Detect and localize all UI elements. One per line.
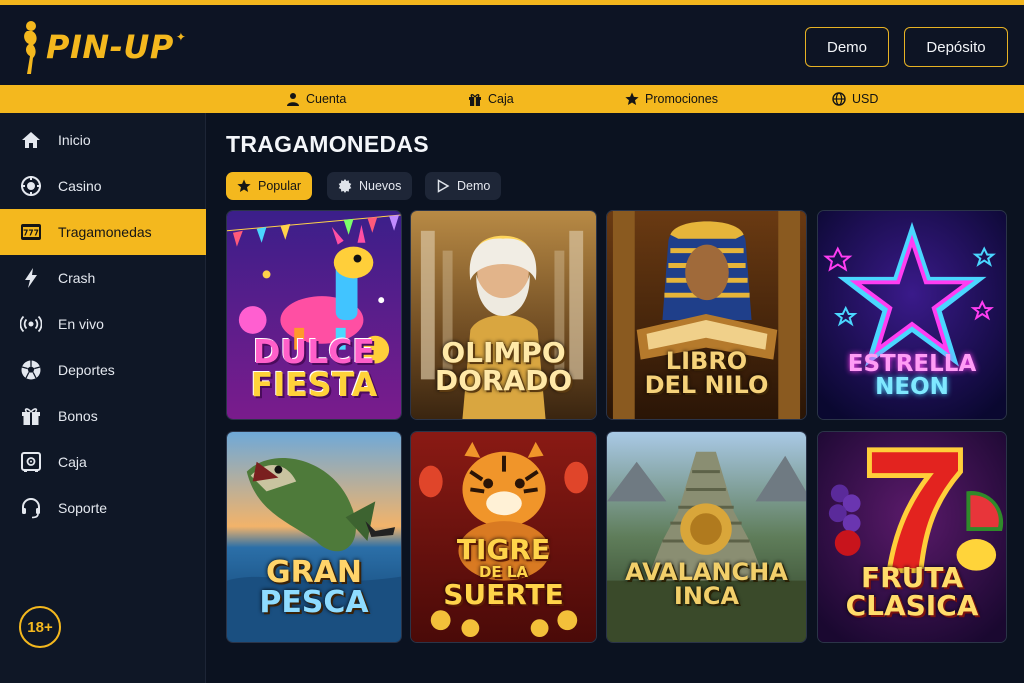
sidebar-item-label: En vivo [58,316,104,332]
game-card-fruta-clasica[interactable]: FRUTA CLASICA [817,431,1007,643]
soccer-ball-icon [21,360,41,380]
filter-nuevos[interactable]: Nuevos [327,172,413,200]
live-broadcast-icon [20,315,42,333]
game-title: LIBRO DEL NILO [607,349,806,397]
filter-label: Nuevos [359,179,402,193]
sparkle-icon: ✦ [175,30,186,44]
game-title-line: CLASICA [845,589,979,622]
game-title-line: FIESTA [250,365,378,404]
game-title-line: OLIMPO [441,336,566,369]
sidebar-item-bonos[interactable]: Bonos [0,393,206,439]
game-title-line: DULCE [253,332,375,371]
game-card-tigre-de-la-suerte[interactable]: TIGRE DE LA SUERTE [410,431,597,643]
game-title-line: PESCA [259,585,369,620]
nav-item-label: Promociones [645,92,718,106]
game-title-line: ESTRELLA [847,351,977,377]
filter-label: Demo [457,179,491,193]
svg-text:777: 777 [23,229,39,238]
page-title: TRAGAMONEDAS [226,131,429,157]
nav-item-label: Cuenta [306,92,347,106]
star-icon [625,92,639,105]
nav-item-cuenta[interactable]: Cuenta [286,85,346,113]
game-title-line: LIBRO [665,347,748,375]
sidebar-item-caja[interactable]: Caja [0,439,206,485]
header: PIN-UP ✦ Demo Depósito [0,5,1024,85]
game-title-line: DEL NILO [644,371,769,399]
game-title: OLIMPO DORADO [411,339,596,395]
game-card-dulce-fiesta[interactable]: DULCE FIESTA [226,210,402,420]
sidebar-item-label: Inicio [58,132,91,148]
gear-badge-icon [338,179,352,193]
deposit-button[interactable]: Depósito [904,27,1008,67]
game-card-gran-pesca[interactable]: GRAN PESCA [226,431,402,643]
pinup-girl-logo-icon [24,21,37,74]
slot-777-icon: 777 [21,224,41,240]
game-title-line: AVALANCHA [625,558,788,586]
game-title-line: NEON [875,374,949,400]
nav-item-label: Caja [488,92,514,106]
filter-label: Popular [258,179,302,193]
game-title: ESTRELLA NEON [818,353,1006,399]
filter-popular[interactable]: Popular [226,172,313,200]
age-restriction-badge: 18+ [19,606,61,648]
sidebar: Inicio Casino 777 Tragamonedas Crash En … [0,113,206,683]
star-icon [237,179,251,192]
sidebar-item-inicio[interactable]: Inicio [0,117,206,163]
game-card-avalancha-inca[interactable]: AVALANCHA INCA [606,431,807,643]
game-title: FRUTA CLASICA [818,564,1006,620]
sidebar-item-label: Crash [58,270,96,286]
nav-item-promociones[interactable]: Promociones [625,85,718,113]
demo-button[interactable]: Demo [805,27,889,67]
game-title: DULCE FIESTA [227,335,401,401]
game-title: GRAN PESCA [227,558,401,618]
casino-chip-icon [21,176,41,196]
filter-demo[interactable]: Demo [425,172,502,200]
sidebar-item-label: Deportes [58,362,115,378]
home-icon [22,132,40,148]
sidebar-item-en-vivo[interactable]: En vivo [0,301,206,347]
logo-text: PIN-UP [46,28,174,66]
inca-temple-artwork [607,432,806,642]
game-title: TIGRE DE LA SUERTE [411,536,596,609]
sidebar-item-tragamonedas[interactable]: 777 Tragamonedas [0,209,206,255]
logo[interactable]: PIN-UP ✦ [18,17,186,77]
game-title-line: SUERTE [443,577,564,611]
top-nav-bar: Cuenta Caja Promociones USD [0,85,1024,113]
sidebar-item-crash[interactable]: Crash [0,255,206,301]
nav-item-label: USD [852,92,879,106]
game-title-line: INCA [673,582,740,610]
sidebar-item-label: Casino [58,178,102,194]
sidebar-item-soporte[interactable]: Soporte [0,485,206,531]
play-icon [437,179,450,193]
game-title-line: FRUTA [860,561,964,594]
nav-item-currency[interactable]: USD [832,85,878,113]
user-icon [287,93,299,106]
headset-icon [22,498,40,519]
sidebar-item-deportes[interactable]: Deportes [0,347,206,393]
game-card-estrella-neon[interactable]: ESTRELLA NEON [817,210,1007,420]
game-title-line: GRAN [265,555,363,590]
game-card-olimpo-dorado[interactable]: OLIMPO DORADO [410,210,597,420]
gift-icon [469,94,481,106]
nav-item-caja[interactable]: Caja [468,85,514,113]
sidebar-item-label: Tragamonedas [58,224,152,240]
sidebar-item-label: Bonos [58,408,98,424]
safe-icon [21,452,41,472]
sidebar-item-label: Soporte [58,500,108,516]
game-title-line: DORADO [434,364,573,397]
globe-icon [832,92,846,106]
game-card-libro-del-nilo[interactable]: LIBRO DEL NILO [606,210,807,420]
gift-icon [22,408,40,425]
sidebar-item-label: Caja [58,454,87,470]
game-title-line: TIGRE [456,533,551,566]
lightning-icon [25,268,37,288]
game-title: AVALANCHA INCA [607,560,806,608]
sidebar-item-casino[interactable]: Casino [0,163,206,209]
